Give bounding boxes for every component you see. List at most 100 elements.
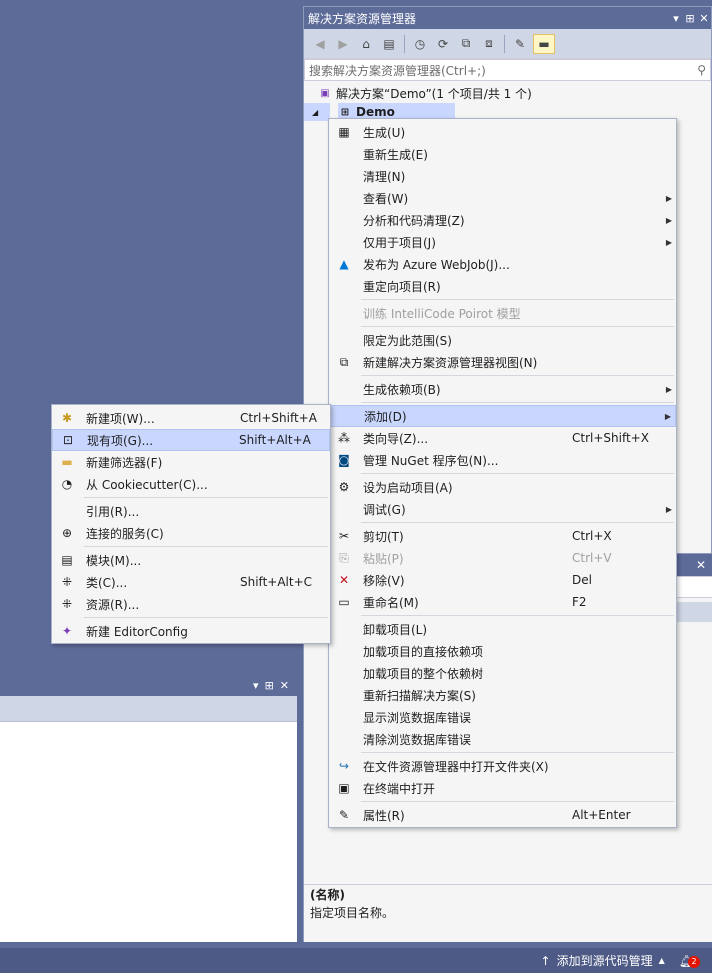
- menu-item-cut[interactable]: ✂ 剪切(T) Ctrl+X: [329, 525, 676, 547]
- menu-item-project-only[interactable]: 仅用于项目(J) ▶: [329, 231, 676, 253]
- source-control-button[interactable]: ↑ 添加到源代码管理 ▲: [541, 952, 665, 969]
- connected-service-icon: ⊕: [61, 526, 73, 540]
- existing-item-icon: ⊡: [62, 433, 74, 447]
- switch-views-icon[interactable]: ▤: [379, 34, 399, 54]
- menu-item-clear-browse-db-errors[interactable]: 清除浏览数据库错误: [329, 728, 676, 750]
- editorconfig-icon: ✦: [61, 624, 73, 638]
- module-icon: ▤: [61, 553, 73, 567]
- menu-item-scope-to-this[interactable]: 限定为此范围(S): [329, 329, 676, 351]
- menu-item-label: 移除(V): [363, 573, 405, 588]
- menu-item-label: 管理 NuGet 程序包(N)...: [363, 453, 499, 468]
- menu-item-publish-webjob[interactable]: ▲ 发布为 Azure WebJob(J)...: [329, 253, 676, 275]
- search-box[interactable]: 搜索解决方案资源管理器(Ctrl+;) ⚲: [304, 59, 711, 81]
- menu-item-rename[interactable]: ▭ 重命名(M) F2: [329, 591, 676, 613]
- project-label: Demo: [356, 105, 395, 119]
- properties-close-icon[interactable]: ✕: [676, 554, 712, 576]
- search-input[interactable]: 搜索解决方案资源管理器(Ctrl+;): [309, 62, 697, 79]
- forward-icon[interactable]: ▶: [333, 34, 353, 54]
- submenu-item-connected-service[interactable]: ⊕ 连接的服务(C): [52, 522, 330, 544]
- bottom-tool-window-titlebar[interactable]: ▾ ⊞ ✕: [0, 674, 297, 696]
- menu-item-unload-project[interactable]: 卸载项目(L): [329, 618, 676, 640]
- menu-item-label: 发布为 Azure WebJob(J)...: [363, 257, 510, 272]
- menu-item-load-dep-tree[interactable]: 加载项目的整个依赖树: [329, 662, 676, 684]
- submenu-item-class[interactable]: ⁜ 类(C)... Shift+Alt+C: [52, 571, 330, 593]
- close-icon[interactable]: ✕: [280, 679, 289, 692]
- solution-node[interactable]: ▣ 解决方案“Demo”(1 个项目/共 1 个): [304, 83, 711, 103]
- menu-item-build-dependencies[interactable]: 生成依赖项(B) ▶: [329, 378, 676, 400]
- submenu-item-resource[interactable]: ⁜ 资源(R)...: [52, 593, 330, 615]
- menu-item-label: 生成(U): [363, 125, 406, 140]
- menu-item-properties[interactable]: ✎ 属性(R) Alt+Enter: [329, 804, 676, 826]
- submenu-item-editorconfig[interactable]: ✦ 新建 EditorConfig: [52, 620, 330, 642]
- dropdown-icon[interactable]: ▾: [669, 12, 683, 25]
- dropdown-icon[interactable]: ▾: [253, 679, 259, 692]
- preview-selected-icon[interactable]: ▬: [533, 33, 555, 54]
- menu-item-shortcut: Alt+Enter: [572, 808, 631, 822]
- menu-item-label: 训练 IntelliCode Poirot 模型: [363, 306, 521, 321]
- close-icon[interactable]: ✕: [697, 12, 711, 25]
- submenu-item-new-filter[interactable]: ▬ 新建筛选器(F): [52, 451, 330, 473]
- menu-item-show-browse-db-errors[interactable]: 显示浏览数据库错误: [329, 706, 676, 728]
- solution-explorer-titlebar[interactable]: 解决方案资源管理器 ▾ ⊞ ✕: [304, 7, 711, 29]
- menu-separator: [361, 473, 674, 474]
- menu-item-load-direct-deps[interactable]: 加载项目的直接依赖项: [329, 640, 676, 662]
- status-bar: ↑ 添加到源代码管理 ▲ 🔔︎ 2: [0, 948, 712, 973]
- menu-separator: [361, 752, 674, 753]
- expand-arrow-icon[interactable]: ◢: [312, 108, 318, 117]
- notifications-button[interactable]: 🔔︎ 2: [679, 954, 700, 968]
- menu-item-label: 清除浏览数据库错误: [363, 732, 472, 747]
- submenu-arrow-icon: ▶: [665, 215, 673, 225]
- menu-item-label: 现有项(G)...: [87, 433, 154, 448]
- new-item-icon: ✱: [61, 411, 73, 425]
- menu-item-label: 在文件资源管理器中打开文件夹(X): [363, 759, 549, 774]
- menu-item-build[interactable]: ▦ 生成(U): [329, 121, 676, 143]
- menu-item-label: 分析和代码清理(Z): [363, 213, 465, 228]
- menu-item-open-folder[interactable]: ↪ 在文件资源管理器中打开文件夹(X): [329, 755, 676, 777]
- sync-icon[interactable]: ⟳: [433, 34, 453, 54]
- menu-item-open-terminal[interactable]: ▣ 在终端中打开: [329, 777, 676, 799]
- menu-separator: [84, 546, 328, 547]
- submenu-item-existing-item[interactable]: ⊡ 现有项(G)... Shift+Alt+A: [52, 429, 330, 451]
- show-all-files-icon[interactable]: ⧈: [479, 34, 499, 54]
- submenu-item-module[interactable]: ▤ 模块(M)...: [52, 549, 330, 571]
- project-expander[interactable]: ◢: [304, 103, 330, 121]
- menu-item-label: 限定为此范围(S): [363, 333, 452, 348]
- menu-item-class-wizard[interactable]: ⁂ 类向导(Z)... Ctrl+Shift+X: [329, 427, 676, 449]
- collapse-all-icon[interactable]: ⧉: [456, 34, 476, 54]
- submenu-item-reference[interactable]: 引用(R)...: [52, 500, 330, 522]
- menu-item-rebuild[interactable]: 重新生成(E): [329, 143, 676, 165]
- menu-item-analyze[interactable]: 分析和代码清理(Z) ▶: [329, 209, 676, 231]
- menu-separator: [361, 402, 674, 403]
- class-icon: ⁜: [61, 575, 73, 589]
- search-icon[interactable]: ⚲: [697, 63, 706, 77]
- menu-item-rescan-solution[interactable]: 重新扫描解决方案(S): [329, 684, 676, 706]
- home-icon[interactable]: ⌂: [356, 34, 376, 54]
- menu-item-remove[interactable]: ✕ 移除(V) Del: [329, 569, 676, 591]
- solution-icon: ▣: [320, 87, 330, 99]
- menu-item-add[interactable]: 添加(D) ▶: [329, 405, 676, 427]
- menu-item-clean[interactable]: 清理(N): [329, 165, 676, 187]
- menu-item-retarget[interactable]: 重定向项目(R): [329, 275, 676, 297]
- menu-item-set-startup[interactable]: ⚙ 设为启动项目(A): [329, 476, 676, 498]
- menu-item-view[interactable]: 查看(W) ▶: [329, 187, 676, 209]
- add-submenu: ✱ 新建项(W)... Ctrl+Shift+A ⊡ 现有项(G)... Shi…: [51, 404, 331, 644]
- menu-item-manage-nuget[interactable]: ◙ 管理 NuGet 程序包(N)...: [329, 449, 676, 471]
- menu-item-new-view[interactable]: ⧉ 新建解决方案资源管理器视图(N): [329, 351, 676, 373]
- menu-item-debug[interactable]: 调试(G) ▶: [329, 498, 676, 520]
- menu-separator: [361, 299, 674, 300]
- menu-item-shortcut: F2: [572, 595, 587, 609]
- menu-item-label: 设为启动项目(A): [363, 480, 453, 495]
- submenu-item-cookiecutter[interactable]: ◔ 从 Cookiecutter(C)...: [52, 473, 330, 495]
- back-icon[interactable]: ◀: [310, 34, 330, 54]
- submenu-item-new-item[interactable]: ✱ 新建项(W)... Ctrl+Shift+A: [52, 407, 330, 429]
- pin-icon[interactable]: ⊞: [265, 679, 274, 692]
- gear-icon: ⚙: [338, 480, 350, 494]
- properties-wrench-icon[interactable]: ✎: [510, 34, 530, 54]
- menu-item-label: 清理(N): [363, 169, 406, 184]
- cpp-project-icon: ⊞: [340, 106, 350, 118]
- pin-icon[interactable]: ⊞: [683, 12, 697, 25]
- menu-item-label: 粘贴(P): [363, 551, 404, 566]
- new-view-icon: ⧉: [339, 354, 349, 369]
- pending-changes-filter-icon[interactable]: ◷: [410, 34, 430, 54]
- submenu-arrow-icon: ▶: [665, 237, 673, 247]
